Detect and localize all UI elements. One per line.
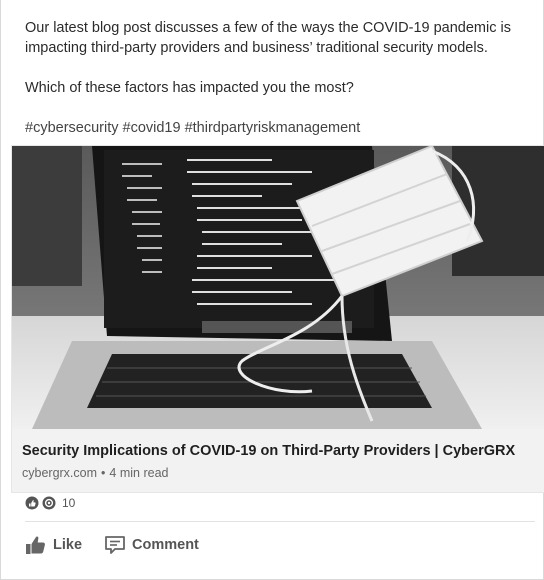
thumbs-up-icon <box>26 536 45 554</box>
post-question: Which of these factors has impacted you … <box>25 80 354 96</box>
reaction-count: 10 <box>62 496 76 510</box>
comment-icon <box>105 536 125 554</box>
article-read-time: 4 min read <box>109 466 169 480</box>
feed-post: Our latest blog post discusses a few of … <box>0 0 544 580</box>
celebrate-reaction-icon <box>42 496 56 510</box>
article-image[interactable] <box>12 146 544 429</box>
post-body: Our latest blog post discusses a few of … <box>1 0 543 138</box>
article-domain: cybergrx.com <box>22 466 98 480</box>
article-link-card[interactable]: Security Implications of COVID-19 on Thi… <box>11 145 544 493</box>
laptop-mask-photo <box>12 146 544 429</box>
separator-dot: • <box>101 466 106 480</box>
article-source: cybergrx.com • 4 min read <box>22 466 534 480</box>
post-actions: Like Comment <box>25 535 199 555</box>
article-title[interactable]: Security Implications of COVID-19 on Thi… <box>22 441 534 461</box>
comment-button[interactable]: Comment <box>104 535 199 555</box>
post-paragraph: Our latest blog post discusses a few of … <box>25 20 511 56</box>
like-button[interactable]: Like <box>25 535 82 555</box>
reactions-summary[interactable]: 10 <box>25 496 75 510</box>
comment-label: Comment <box>132 537 199 553</box>
divider <box>25 521 535 522</box>
like-label: Like <box>53 537 83 553</box>
article-meta: Security Implications of COVID-19 on Thi… <box>12 429 544 480</box>
post-hashtags[interactable]: #cybersecurity #covid19 #thirdpartyriskm… <box>25 118 529 138</box>
like-reaction-icon <box>25 496 39 510</box>
